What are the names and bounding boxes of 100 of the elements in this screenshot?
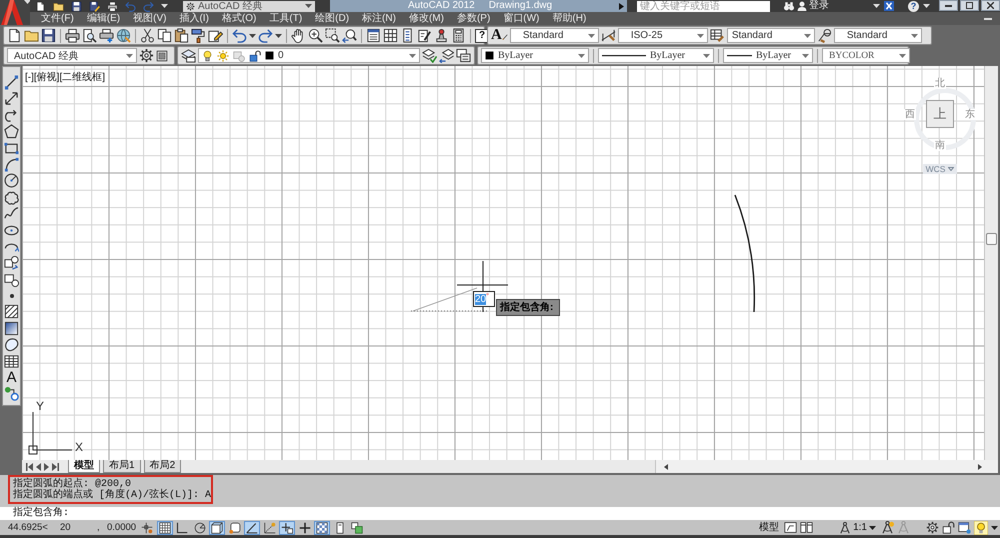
ducs-toggle[interactable] [262,520,278,534]
x-tile-icon[interactable] [884,1,894,11]
table-style-dropdown[interactable]: Standard [726,28,815,43]
table-icon[interactable] [4,354,19,369]
caret-icon[interactable] [696,34,704,38]
window-icon[interactable] [958,521,971,534]
caret-icon[interactable] [991,526,998,530]
color-dropdown[interactable]: ByLayer [481,48,589,63]
line-icon[interactable] [4,75,19,90]
compass-south-label[interactable]: 南 [934,140,946,150]
hatch-icon[interactable] [4,304,19,320]
compass-star-icon[interactable] [881,521,894,534]
viewport-control-label[interactable]: [俯视] [34,72,60,83]
workspace-dropdown[interactable]: AutoCAD 经典 [7,48,137,63]
zoom-previous-icon[interactable] [342,28,357,43]
leader-brush-icon[interactable] [816,28,832,43]
osnap3d-toggle[interactable] [209,520,225,534]
caret-icon[interactable] [899,54,906,58]
rectangle-icon[interactable] [4,140,19,156]
otrack-toggle[interactable] [244,520,260,534]
text-style-dropdown[interactable]: Standard [510,28,599,43]
viewport-control-label[interactable]: [-] [25,72,34,83]
menu-item[interactable]: 帮助(H) [552,12,586,24]
caret-icon[interactable] [923,4,930,8]
ellipse-icon[interactable] [4,222,19,238]
settings-icon[interactable] [139,48,154,63]
ortho-toggle[interactable] [174,520,190,534]
caret-icon[interactable] [578,54,585,58]
stamp-icon[interactable] [434,28,449,43]
sc-toggle[interactable] [349,520,365,534]
layer-dropdown[interactable]: 0 [198,48,420,63]
menu-item[interactable]: 视图(V) [133,12,166,24]
horizontal-scrollbar[interactable] [655,460,998,473]
grid-toggle[interactable] [156,520,172,534]
print-preview-icon[interactable] [82,28,97,43]
annotation-scale-dropdown[interactable]: 1:1 [837,520,878,534]
page-icon[interactable] [35,0,46,12]
lightbulb-icon[interactable] [974,520,988,534]
table-brush-icon[interactable] [710,28,725,43]
menu-item[interactable]: 参数(P) [456,12,490,24]
floppy-pencil-icon[interactable] [89,0,100,12]
close-button[interactable] [981,0,1000,11]
calculator-icon[interactable] [451,28,466,43]
caret-icon[interactable] [804,34,811,38]
text-style-button[interactable]: A [491,28,508,43]
multileader-style-dropdown[interactable]: Standard [834,28,922,43]
gradient-icon[interactable] [4,320,19,336]
printer-icon[interactable] [107,0,118,12]
properties-icon[interactable] [366,28,381,43]
model-space-button[interactable]: 模型 [757,522,782,534]
sign-in-link[interactable]: 登录 [809,0,829,12]
compass-west-label[interactable]: 西 [904,108,916,120]
text-tool-button[interactable]: A [6,370,16,386]
layer-check-icon[interactable] [422,48,437,63]
linetype-dropdown[interactable]: ByLayer [598,48,714,63]
make-block-icon[interactable] [4,272,19,287]
page-icon[interactable] [7,28,22,43]
menu-item[interactable]: 格式(O) [222,12,256,24]
layers-icon[interactable] [181,48,196,63]
zoom-icon[interactable] [308,28,323,43]
layer-arrow-icon[interactable] [439,48,454,63]
pentagon-icon[interactable] [4,124,19,140]
caret-icon[interactable] [409,54,416,58]
settings-icon[interactable] [926,521,939,534]
arc-icon[interactable] [4,156,19,172]
minimize-icon[interactable] [984,18,992,20]
caret-icon[interactable] [873,4,880,8]
lock-icon[interactable] [942,521,955,534]
caret-icon[interactable] [24,0,31,4]
region-icon[interactable] [4,337,19,352]
folder-icon[interactable] [24,28,39,43]
caret-icon[interactable] [305,4,312,8]
restore-button[interactable] [960,0,979,11]
layout-tab[interactable]: 模型 [68,460,100,473]
copy-icon[interactable] [157,28,172,43]
skip-start-icon[interactable] [26,462,33,470]
spline-icon[interactable] [4,206,19,222]
caret-icon[interactable] [588,34,595,38]
binoculars-icon[interactable] [784,1,794,11]
double-arrow-line-icon[interactable] [4,91,19,106]
scrollbar-thumb[interactable] [986,233,997,245]
viewport-control-label[interactable]: [二维线框] [59,72,106,83]
insert-block-icon[interactable] [4,255,19,270]
caret-icon[interactable] [126,54,133,58]
menu-item[interactable]: 插入(I) [179,12,209,24]
plot-style-dropdown[interactable]: BYCOLOR [822,48,910,63]
menu-item[interactable]: 编辑(E) [86,12,120,24]
triangle-right-icon[interactable] [619,2,624,10]
user-icon[interactable] [797,1,807,11]
caret-icon[interactable] [703,54,710,58]
layer-stack-icon[interactable] [456,48,471,63]
help-button[interactable]: ? [908,0,919,12]
caret-icon[interactable] [275,34,282,38]
undo-icon[interactable] [232,28,247,43]
dimension-icon[interactable] [600,28,616,43]
layout-tab[interactable]: 布局2 [144,460,182,473]
polyline-icon[interactable] [4,108,19,123]
menu-item[interactable]: 文件(F) [41,12,74,24]
triangle-right-icon[interactable] [978,464,982,470]
redo-icon[interactable] [258,28,273,43]
